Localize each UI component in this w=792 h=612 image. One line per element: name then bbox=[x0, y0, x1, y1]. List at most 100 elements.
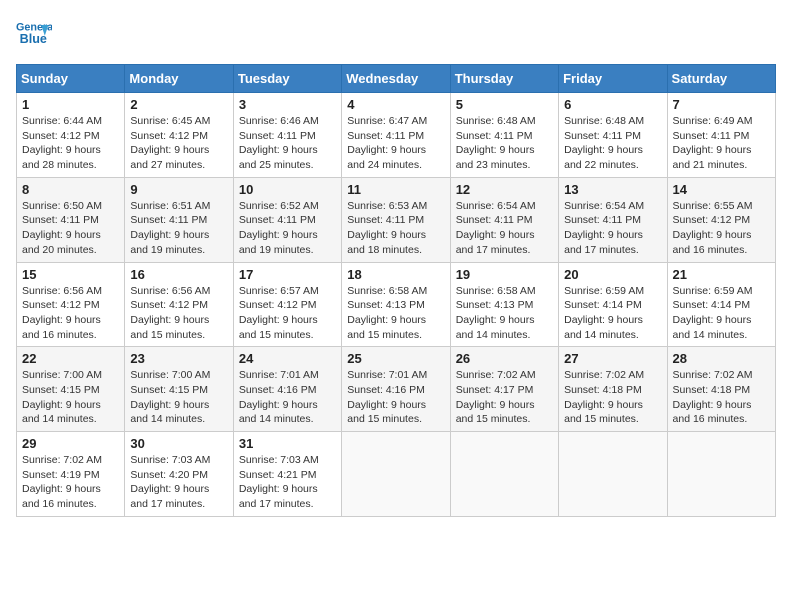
calendar-day-cell: 9 Sunrise: 6:51 AM Sunset: 4:11 PM Daylig… bbox=[125, 177, 233, 262]
day-number: 28 bbox=[673, 351, 770, 366]
day-number: 10 bbox=[239, 182, 336, 197]
calendar-day-cell: 10 Sunrise: 6:52 AM Sunset: 4:11 PM Dayli… bbox=[233, 177, 341, 262]
logo-icon: GeneralBlue bbox=[16, 16, 52, 52]
day-info: Sunrise: 6:53 AM Sunset: 4:11 PM Dayligh… bbox=[347, 199, 444, 258]
day-number: 21 bbox=[673, 267, 770, 282]
day-number: 22 bbox=[22, 351, 119, 366]
calendar-day-cell: 3Sunrise: 6:46 AM Sunset: 4:11 PM Daylig… bbox=[233, 93, 341, 178]
day-info: Sunrise: 6:58 AM Sunset: 4:13 PM Dayligh… bbox=[347, 284, 444, 343]
day-info: Sunrise: 6:49 AM Sunset: 4:11 PM Dayligh… bbox=[673, 114, 770, 173]
day-info: Sunrise: 7:03 AM Sunset: 4:20 PM Dayligh… bbox=[130, 453, 227, 512]
day-number: 16 bbox=[130, 267, 227, 282]
calendar-week-row: 8 Sunrise: 6:50 AM Sunset: 4:11 PM Daylig… bbox=[17, 177, 776, 262]
day-number: 9 bbox=[130, 182, 227, 197]
calendar-day-cell: 5 Sunrise: 6:48 AM Sunset: 4:11 PM Daylig… bbox=[450, 93, 558, 178]
day-info: Sunrise: 6:56 AM Sunset: 4:12 PM Dayligh… bbox=[130, 284, 227, 343]
logo: GeneralBlue bbox=[16, 16, 52, 52]
day-number: 4 bbox=[347, 97, 444, 112]
calendar-day-cell: 29 Sunrise: 7:02 AM Sunset: 4:19 PM Dayli… bbox=[17, 432, 125, 517]
calendar-day-cell: 22 Sunrise: 7:00 AM Sunset: 4:15 PM Dayli… bbox=[17, 347, 125, 432]
day-number: 24 bbox=[239, 351, 336, 366]
day-info: Sunrise: 7:00 AM Sunset: 4:15 PM Dayligh… bbox=[22, 368, 119, 427]
day-number: 15 bbox=[22, 267, 119, 282]
day-info: Sunrise: 6:56 AM Sunset: 4:12 PM Dayligh… bbox=[22, 284, 119, 343]
calendar-day-cell: 7 Sunrise: 6:49 AM Sunset: 4:11 PM Daylig… bbox=[667, 93, 775, 178]
calendar-day-cell: 14 Sunrise: 6:55 AM Sunset: 4:12 PM Dayli… bbox=[667, 177, 775, 262]
day-info: Sunrise: 7:01 AM Sunset: 4:16 PM Dayligh… bbox=[239, 368, 336, 427]
day-number: 5 bbox=[456, 97, 553, 112]
calendar-weekday-friday: Friday bbox=[559, 65, 667, 93]
day-number: 23 bbox=[130, 351, 227, 366]
day-info: Sunrise: 6:54 AM Sunset: 4:11 PM Dayligh… bbox=[564, 199, 661, 258]
calendar-table: SundayMondayTuesdayWednesdayThursdayFrid… bbox=[16, 64, 776, 517]
calendar-weekday-saturday: Saturday bbox=[667, 65, 775, 93]
day-info: Sunrise: 6:47 AM Sunset: 4:11 PM Dayligh… bbox=[347, 114, 444, 173]
day-info: Sunrise: 6:50 AM Sunset: 4:11 PM Dayligh… bbox=[22, 199, 119, 258]
day-number: 7 bbox=[673, 97, 770, 112]
calendar-day-cell: 31 Sunrise: 7:03 AM Sunset: 4:21 PM Dayli… bbox=[233, 432, 341, 517]
day-info: Sunrise: 6:48 AM Sunset: 4:11 PM Dayligh… bbox=[456, 114, 553, 173]
calendar-weekday-thursday: Thursday bbox=[450, 65, 558, 93]
calendar-day-cell: 24 Sunrise: 7:01 AM Sunset: 4:16 PM Dayli… bbox=[233, 347, 341, 432]
day-info: Sunrise: 7:03 AM Sunset: 4:21 PM Dayligh… bbox=[239, 453, 336, 512]
calendar-day-cell: 18 Sunrise: 6:58 AM Sunset: 4:13 PM Dayli… bbox=[342, 262, 450, 347]
calendar-day-cell: 2Sunrise: 6:45 AM Sunset: 4:12 PM Daylig… bbox=[125, 93, 233, 178]
day-info: Sunrise: 6:59 AM Sunset: 4:14 PM Dayligh… bbox=[564, 284, 661, 343]
day-info: Sunrise: 7:01 AM Sunset: 4:16 PM Dayligh… bbox=[347, 368, 444, 427]
day-number: 6 bbox=[564, 97, 661, 112]
day-number: 17 bbox=[239, 267, 336, 282]
calendar-day-cell: 13 Sunrise: 6:54 AM Sunset: 4:11 PM Dayli… bbox=[559, 177, 667, 262]
day-number: 27 bbox=[564, 351, 661, 366]
day-info: Sunrise: 6:55 AM Sunset: 4:12 PM Dayligh… bbox=[673, 199, 770, 258]
day-number: 29 bbox=[22, 436, 119, 451]
day-number: 14 bbox=[673, 182, 770, 197]
day-number: 1 bbox=[22, 97, 119, 112]
day-number: 2 bbox=[130, 97, 227, 112]
calendar-day-cell: 28Sunrise: 7:02 AM Sunset: 4:18 PM Dayli… bbox=[667, 347, 775, 432]
calendar-weekday-monday: Monday bbox=[125, 65, 233, 93]
calendar-week-row: 15 Sunrise: 6:56 AM Sunset: 4:12 PM Dayli… bbox=[17, 262, 776, 347]
calendar-weekday-tuesday: Tuesday bbox=[233, 65, 341, 93]
svg-text:Blue: Blue bbox=[20, 32, 47, 46]
calendar-day-cell bbox=[559, 432, 667, 517]
calendar-day-cell: 17 Sunrise: 6:57 AM Sunset: 4:12 PM Dayli… bbox=[233, 262, 341, 347]
day-info: Sunrise: 6:54 AM Sunset: 4:11 PM Dayligh… bbox=[456, 199, 553, 258]
calendar-weekday-sunday: Sunday bbox=[17, 65, 125, 93]
calendar-weekday-wednesday: Wednesday bbox=[342, 65, 450, 93]
calendar-day-cell: 25Sunrise: 7:01 AM Sunset: 4:16 PM Dayli… bbox=[342, 347, 450, 432]
calendar-day-cell bbox=[342, 432, 450, 517]
day-number: 12 bbox=[456, 182, 553, 197]
day-info: Sunrise: 7:02 AM Sunset: 4:19 PM Dayligh… bbox=[22, 453, 119, 512]
calendar-day-cell: 19Sunrise: 6:58 AM Sunset: 4:13 PM Dayli… bbox=[450, 262, 558, 347]
day-number: 8 bbox=[22, 182, 119, 197]
day-info: Sunrise: 7:00 AM Sunset: 4:15 PM Dayligh… bbox=[130, 368, 227, 427]
day-info: Sunrise: 6:52 AM Sunset: 4:11 PM Dayligh… bbox=[239, 199, 336, 258]
day-number: 19 bbox=[456, 267, 553, 282]
day-number: 30 bbox=[130, 436, 227, 451]
calendar-day-cell bbox=[450, 432, 558, 517]
page-header: GeneralBlue bbox=[16, 16, 776, 52]
day-number: 31 bbox=[239, 436, 336, 451]
day-number: 26 bbox=[456, 351, 553, 366]
calendar-day-cell: 26Sunrise: 7:02 AM Sunset: 4:17 PM Dayli… bbox=[450, 347, 558, 432]
calendar-day-cell: 11 Sunrise: 6:53 AM Sunset: 4:11 PM Dayli… bbox=[342, 177, 450, 262]
calendar-day-cell: 12 Sunrise: 6:54 AM Sunset: 4:11 PM Dayli… bbox=[450, 177, 558, 262]
calendar-week-row: 22 Sunrise: 7:00 AM Sunset: 4:15 PM Dayli… bbox=[17, 347, 776, 432]
day-number: 18 bbox=[347, 267, 444, 282]
calendar-day-cell: 4 Sunrise: 6:47 AM Sunset: 4:11 PM Daylig… bbox=[342, 93, 450, 178]
calendar-day-cell: 30 Sunrise: 7:03 AM Sunset: 4:20 PM Dayli… bbox=[125, 432, 233, 517]
calendar-day-cell: 1 Sunrise: 6:44 AM Sunset: 4:12 PM Daylig… bbox=[17, 93, 125, 178]
calendar-week-row: 1 Sunrise: 6:44 AM Sunset: 4:12 PM Daylig… bbox=[17, 93, 776, 178]
calendar-day-cell: 6Sunrise: 6:48 AM Sunset: 4:11 PM Daylig… bbox=[559, 93, 667, 178]
day-info: Sunrise: 7:02 AM Sunset: 4:18 PM Dayligh… bbox=[564, 368, 661, 427]
day-info: Sunrise: 6:57 AM Sunset: 4:12 PM Dayligh… bbox=[239, 284, 336, 343]
day-info: Sunrise: 6:51 AM Sunset: 4:11 PM Dayligh… bbox=[130, 199, 227, 258]
day-number: 11 bbox=[347, 182, 444, 197]
calendar-week-row: 29 Sunrise: 7:02 AM Sunset: 4:19 PM Dayli… bbox=[17, 432, 776, 517]
calendar-header-row: SundayMondayTuesdayWednesdayThursdayFrid… bbox=[17, 65, 776, 93]
calendar-day-cell bbox=[667, 432, 775, 517]
calendar-day-cell: 23 Sunrise: 7:00 AM Sunset: 4:15 PM Dayli… bbox=[125, 347, 233, 432]
day-number: 13 bbox=[564, 182, 661, 197]
calendar-day-cell: 15 Sunrise: 6:56 AM Sunset: 4:12 PM Dayli… bbox=[17, 262, 125, 347]
day-info: Sunrise: 6:44 AM Sunset: 4:12 PM Dayligh… bbox=[22, 114, 119, 173]
